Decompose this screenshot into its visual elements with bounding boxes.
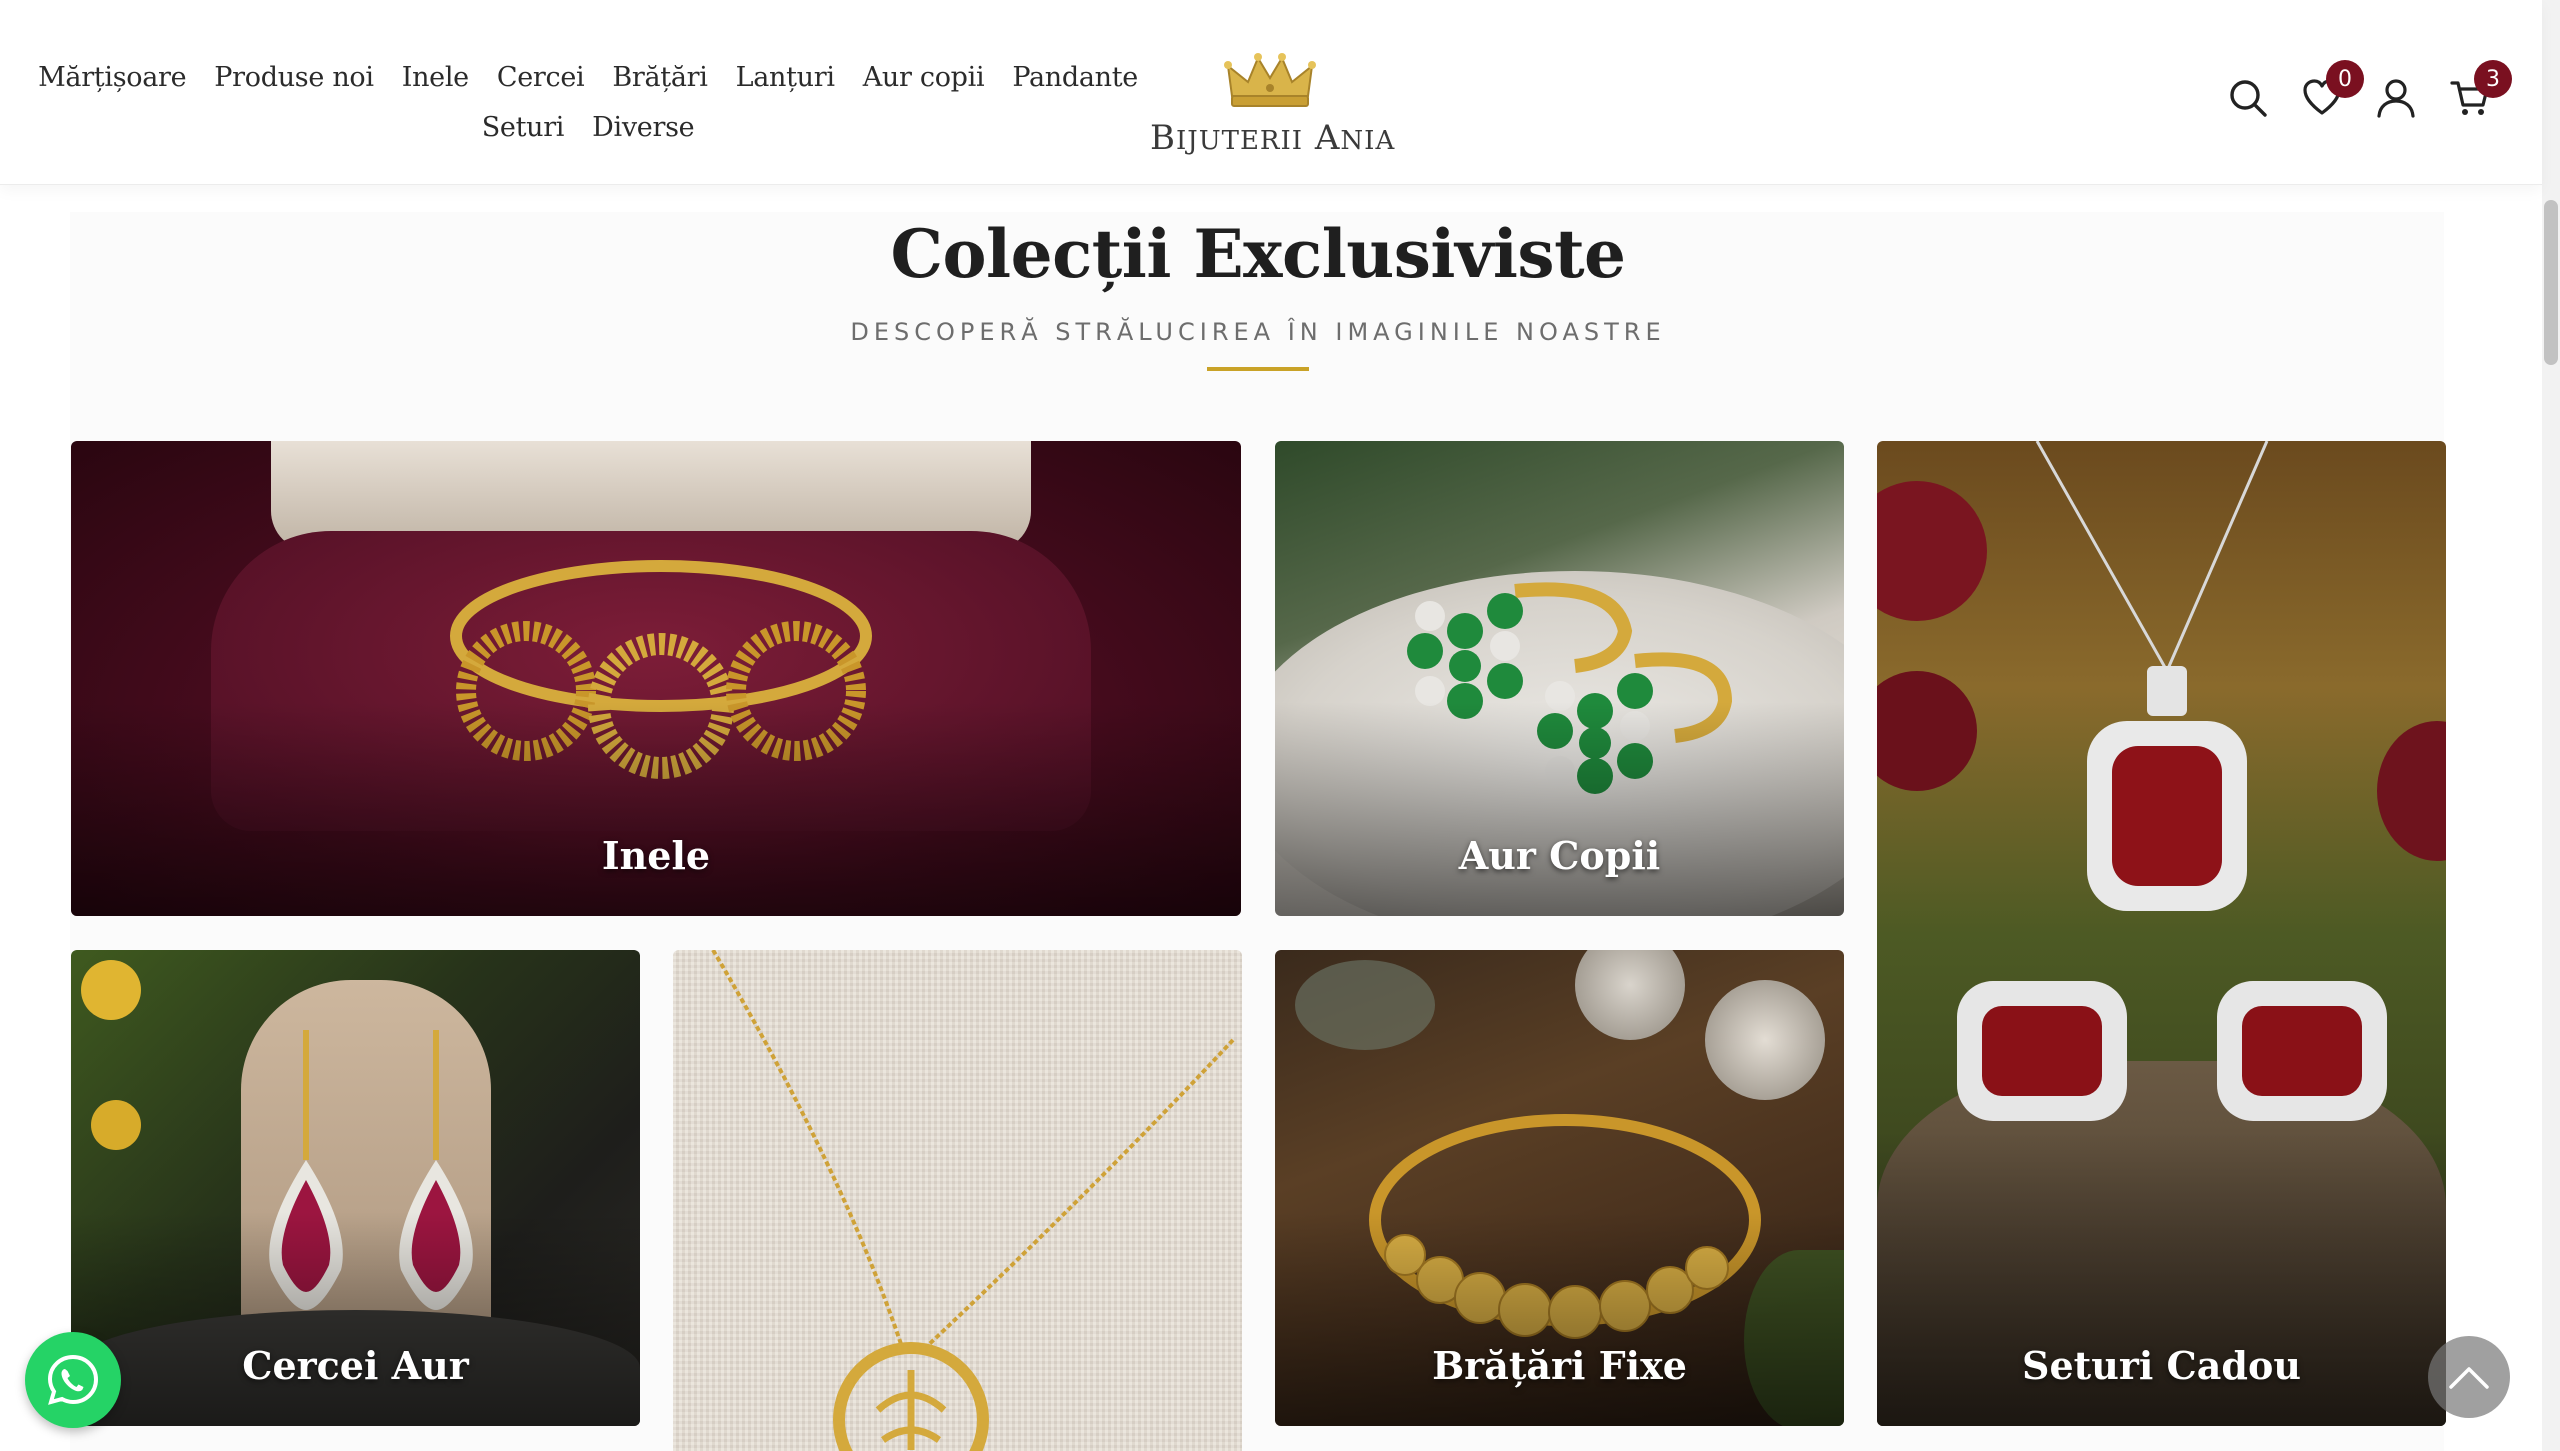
- nav-row-2: Seturi Diverse: [68, 102, 1108, 152]
- card-label: Seturi Cadou: [2022, 1343, 2301, 1388]
- nav-link-diverse[interactable]: Diverse: [592, 112, 694, 143]
- account-button[interactable]: [2376, 78, 2416, 118]
- section-title: Colecții Exclusiviste: [890, 215, 1626, 293]
- site-logo[interactable]: BIJUTERII ANIA: [1150, 52, 1396, 158]
- card-label: Inele: [601, 833, 711, 878]
- chevron-up-icon: [2449, 1367, 2489, 1389]
- nav-row-1: Mărțișoare Produse noi Inele Cercei Brăț…: [38, 52, 1138, 102]
- collection-card-aur-copii[interactable]: Aur Copii: [1275, 441, 1844, 916]
- search-icon: [2230, 80, 2267, 117]
- scrollbar-thumb[interactable]: [2544, 200, 2558, 365]
- title-divider: [1207, 367, 1309, 371]
- logo-wordmark: BIJUTERII ANIA: [1150, 118, 1396, 158]
- nav-link-inele[interactable]: Inele: [402, 62, 469, 93]
- card-shade: [71, 702, 1241, 916]
- cart-count-badge: 3: [2474, 60, 2512, 98]
- nav-link-martisoare[interactable]: Mărțișoare: [38, 62, 187, 93]
- card-shade: [71, 1211, 640, 1426]
- card-label: Aur Copii: [1458, 833, 1661, 878]
- crown-icon: [1224, 53, 1316, 107]
- nav-link-produse-noi[interactable]: Produse noi: [214, 62, 374, 93]
- whatsapp-button[interactable]: [25, 1332, 121, 1428]
- nav-link-pandante[interactable]: Pandante: [1012, 62, 1138, 93]
- header-icons: 0 3: [2228, 60, 2512, 118]
- collection-card-pandante[interactable]: [673, 950, 1242, 1451]
- nav-link-seturi[interactable]: Seturi: [482, 112, 565, 143]
- card-shade: [1275, 702, 1844, 916]
- section-subtitle: DESCOPERĂ STRĂLUCIREA ÎN IMAGINILE NOAST…: [850, 318, 1666, 346]
- wishlist-button[interactable]: 0: [2302, 60, 2364, 118]
- user-icon: [2377, 79, 2415, 118]
- page-scrollbar[interactable]: [2542, 0, 2560, 1451]
- card-label: Cercei Aur: [242, 1343, 469, 1388]
- scroll-to-top-button[interactable]: [2428, 1336, 2510, 1418]
- collection-card-inele[interactable]: Inele: [71, 441, 1241, 916]
- main-nav: Mărțișoare Produse noi Inele Cercei Brăț…: [38, 52, 1138, 152]
- whatsapp-icon: [47, 1354, 99, 1405]
- cart-button[interactable]: 3: [2450, 60, 2512, 118]
- card-image-pendant: [673, 950, 1242, 1451]
- wishlist-count-badge: 0: [2326, 60, 2364, 98]
- collection-card-bratari-fixe[interactable]: Brățări Fixe: [1275, 950, 1844, 1426]
- search-button[interactable]: [2228, 78, 2268, 118]
- nav-link-lanturi[interactable]: Lanțuri: [736, 62, 835, 93]
- nav-link-cercei[interactable]: Cercei: [497, 62, 585, 93]
- nav-link-aur-copii[interactable]: Aur copii: [863, 62, 985, 93]
- collection-card-seturi-cadou[interactable]: Seturi Cadou: [1877, 441, 2446, 1426]
- card-label: Brățări Fixe: [1432, 1343, 1687, 1388]
- nav-link-bratari[interactable]: Brățări: [612, 62, 708, 93]
- card-shade: [1275, 1211, 1844, 1426]
- site-header: Mărțișoare Produse noi Inele Cercei Brăț…: [0, 0, 2542, 185]
- collection-card-cercei-aur[interactable]: Cercei Aur: [71, 950, 640, 1426]
